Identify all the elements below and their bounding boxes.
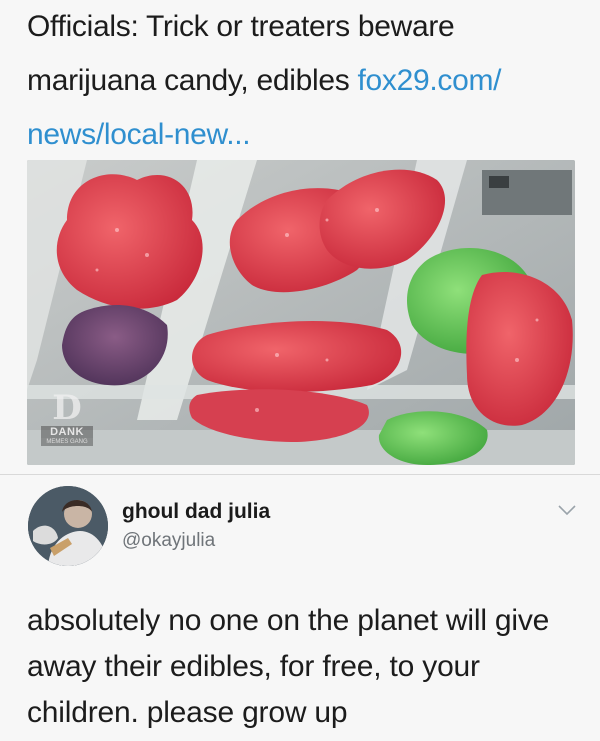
author-avatar[interactable]	[28, 486, 108, 566]
avatar-photo-icon	[28, 486, 108, 566]
chevron-down-icon[interactable]	[556, 503, 578, 517]
divider	[0, 474, 600, 475]
article-image[interactable]	[27, 160, 575, 465]
author-name[interactable]: ghoul dad julia	[122, 500, 270, 524]
article-headline[interactable]: Officials: Trick or treaters beware mari…	[27, 0, 587, 162]
author-handle[interactable]: @okayjulia	[122, 530, 215, 552]
watermark-mark: D	[52, 388, 82, 428]
tweet-body: absolutely no one on the planet will giv…	[27, 604, 550, 729]
watermark-word: DANK	[41, 426, 93, 438]
candy-image	[27, 160, 575, 465]
watermark-sub: MEMES GANG	[41, 438, 93, 446]
dank-memes-watermark: D DANK MEMES GANG	[41, 390, 93, 460]
